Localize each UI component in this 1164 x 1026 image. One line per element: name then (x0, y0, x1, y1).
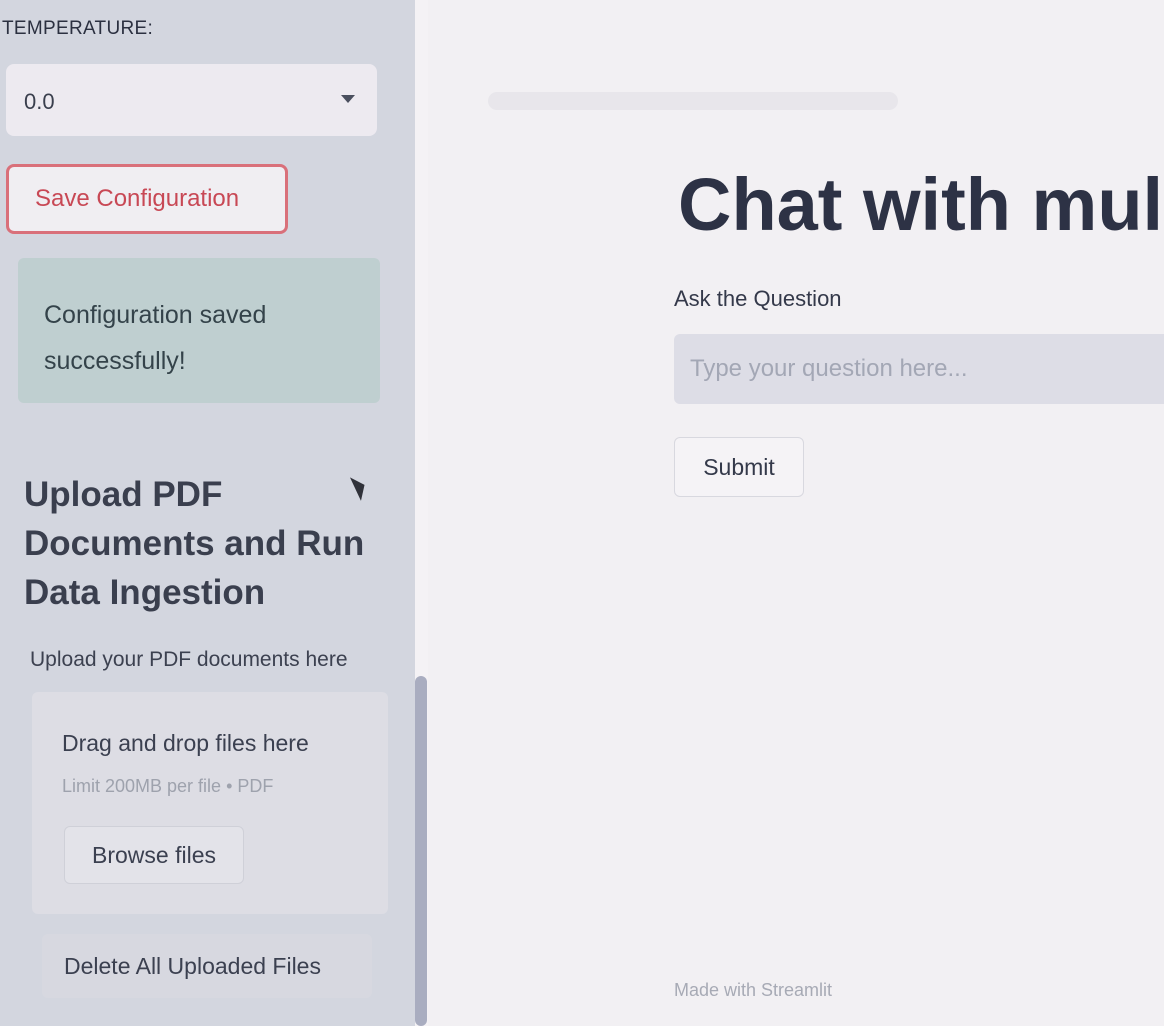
temperature-label: TEMPERATURE: (2, 18, 154, 39)
question-input[interactable] (674, 334, 1164, 404)
dropzone-title: Drag and drop files here (62, 730, 309, 756)
browse-files-button[interactable]: Browse files (64, 826, 244, 884)
question-label: Ask the Question (674, 286, 842, 311)
success-alert: Configuration saved successfully! (18, 258, 380, 403)
delete-uploaded-files-button[interactable]: Delete All Uploaded Files (42, 934, 372, 998)
success-message: Configuration saved successfully! (44, 301, 267, 375)
upload-heading: Upload PDF Documents and Run Data Ingest… (24, 475, 365, 612)
blurred-header-strip (488, 92, 898, 110)
save-configuration-button[interactable]: Save Configuration (6, 164, 288, 234)
sidebar: TEMPERATURE: 0.0 Save Configuration Conf… (0, 0, 415, 1026)
file-dropzone[interactable]: Drag and drop files here Limit 200MB per… (32, 692, 388, 914)
sidebar-scrollbar[interactable] (415, 676, 427, 1026)
page-title: Chat with mul (678, 163, 1164, 246)
upload-label: Upload your PDF documents here (30, 648, 348, 671)
footer-credit[interactable]: Made with Streamlit (674, 980, 832, 1001)
chevron-down-icon (341, 95, 355, 103)
dropzone-limit: Limit 200MB per file • PDF (62, 776, 274, 796)
submit-button[interactable]: Submit (674, 437, 804, 497)
temperature-select-value: 0.0 (24, 89, 55, 114)
main-content: Chat with mul Ask the Question Submit Ma… (428, 0, 1164, 1026)
app-window: TEMPERATURE: 0.0 Save Configuration Conf… (0, 0, 1164, 1026)
temperature-select[interactable]: 0.0 (6, 64, 377, 136)
